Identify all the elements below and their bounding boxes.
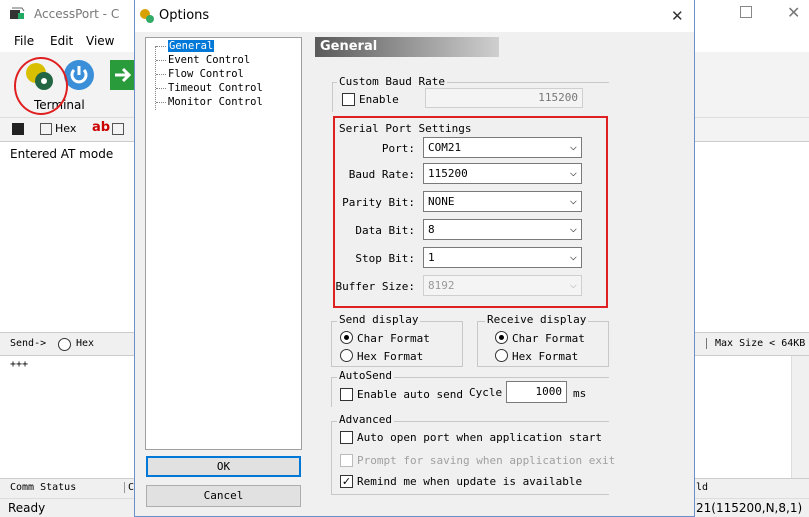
receive-char-format-label: Char Format	[512, 332, 585, 345]
hex-button[interactable]: Hex	[55, 122, 76, 135]
auto-open-checkbox[interactable]	[340, 431, 353, 444]
receive-display-label: Receive display	[485, 313, 589, 326]
menu-edit[interactable]: Edit	[50, 34, 73, 48]
panel-title: General	[315, 37, 499, 57]
cycle-label: Cycle	[469, 386, 503, 399]
send-hex-format-label: Hex Format	[357, 350, 424, 363]
remind-update-label: Remind me when update is available	[357, 475, 583, 488]
status-port-info: 21(115200,N,8,1)	[696, 501, 803, 515]
tree-item-timeout-control[interactable]: Timeout Control	[156, 82, 263, 95]
prompt-save-label: Prompt for saving when application exit	[357, 454, 616, 467]
options-tree: General Event Control Flow Control Timeo…	[145, 37, 302, 450]
tree-item-event-control[interactable]: Event Control	[156, 54, 250, 67]
close-icon[interactable]: ✕	[787, 3, 800, 22]
send-hex-radio[interactable]	[58, 338, 71, 351]
dialog-close-icon[interactable]: ✕	[671, 7, 684, 25]
send-char-format-label: Char Format	[357, 332, 430, 345]
app-title: AccessPort - C	[34, 7, 120, 21]
send-scrollbar[interactable]	[791, 356, 809, 478]
tree-item-flow-control[interactable]: Flow Control	[156, 68, 244, 81]
custom-baud-enable-checkbox[interactable]	[342, 93, 355, 106]
highlight-box	[333, 116, 608, 308]
tree-item-general[interactable]: General	[156, 40, 215, 53]
tree-item-monitor-control[interactable]: Monitor Control	[156, 96, 263, 109]
menu-file[interactable]: File	[14, 34, 34, 48]
power-icon[interactable]	[64, 60, 94, 90]
send-hex-format-radio[interactable]	[340, 349, 353, 362]
clear-icon[interactable]	[112, 123, 124, 135]
cycle-unit: ms	[573, 387, 587, 400]
cancel-button[interactable]: Cancel	[146, 485, 301, 507]
highlight-circle	[14, 57, 68, 115]
received-text: Entered AT mode	[10, 147, 114, 161]
advanced-label: Advanced	[337, 413, 394, 426]
custom-baud-enable-label: Enable	[359, 93, 399, 106]
hex-view-icon[interactable]	[40, 123, 52, 135]
comm-status-partial: C	[124, 482, 134, 493]
custom-baud-label: Custom Baud Rate	[337, 75, 447, 88]
dialog-title: Options	[159, 8, 210, 23]
auto-open-label: Auto open port when application start	[357, 431, 603, 444]
receive-hex-format-label: Hex Format	[512, 350, 579, 363]
options-gear-icon	[139, 8, 155, 24]
send-display-label: Send display	[337, 313, 421, 326]
dialog-title-bar: Options ✕	[135, 0, 694, 32]
send-label: Send->	[10, 338, 47, 349]
ab-button[interactable]: ab	[92, 120, 110, 135]
menu-view[interactable]: View	[86, 34, 114, 48]
autosend-enable-label: Enable auto send	[357, 388, 463, 401]
app-icon	[8, 7, 26, 21]
custom-baud-input[interactable]: 115200	[425, 88, 583, 108]
maximize-icon[interactable]	[740, 6, 752, 18]
receive-char-format-radio[interactable]	[495, 331, 508, 344]
cycle-input[interactable]: 1000	[506, 381, 567, 403]
receive-hex-format-radio[interactable]	[495, 349, 508, 362]
options-dialog: Options ✕ General Event Control Flow Con…	[134, 0, 695, 517]
remind-update-checkbox[interactable]: ✓	[340, 475, 353, 488]
max-size-label: Max Size < 64KB	[706, 338, 805, 349]
save-icon[interactable]	[12, 123, 24, 135]
prompt-save-checkbox[interactable]	[340, 454, 353, 467]
status-ready: Ready	[8, 501, 46, 515]
autosend-enable-checkbox[interactable]	[340, 388, 353, 401]
send-hex-label: Hex	[76, 338, 95, 349]
comm-status-label: Comm Status	[10, 482, 77, 493]
send-arrow-icon[interactable]	[110, 60, 136, 90]
send-text: +++	[10, 359, 29, 370]
autosend-label: AutoSend	[337, 369, 394, 382]
ok-button[interactable]: OK	[146, 456, 301, 477]
send-char-format-radio[interactable]	[340, 331, 353, 344]
comm-right-partial: ld	[696, 482, 709, 493]
